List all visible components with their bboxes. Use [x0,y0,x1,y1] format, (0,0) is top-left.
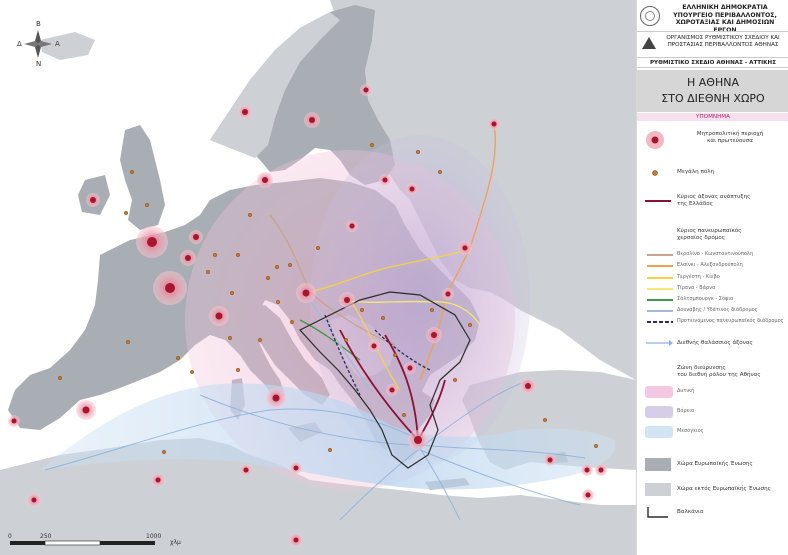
metro-symbol-icon [646,131,664,149]
europe-map[interactable]: Β Δ Α Ν 0 250 1000 χλμ [0,0,636,555]
route-label: Βερολίνο - Κωνσταντινούπολη [677,251,754,257]
city-symbol-icon [652,170,658,176]
axis-line-icon [645,200,671,202]
route-label: Τεργέστη - Κίεβο [677,274,720,280]
legend-metro: Μητροπολιτική περιοχή και πρωτεύουσα [637,128,788,150]
route-line-icon [647,310,673,312]
scale-1000: 1000 [146,533,162,540]
org-line-1: ΟΡΓΑΝΙΣΜΟΣ ΡΥΘΜΙΣΤΙΚΟΥ ΣΧΕΔΙΟΥ ΚΑΙ [666,35,780,41]
scale-zero: 0 [8,533,12,540]
legend-eu: Χώρα Ευρωπαϊκής Ένωσης [637,455,788,475]
compass-east-letter: Α [55,40,60,48]
route-label: Σάλτσμπουργκ - Σόφια [677,296,734,302]
route-label: Ελσίνκι - Αλεξανδρούπολη [677,262,743,268]
legend-balkans: Βαλκάνια [637,504,788,520]
legend-zone-west: Δυτική [637,383,788,401]
legend-route-2: Ελσίνκι - Αλεξανδρούπολη [637,261,788,270]
legend-metro-line-1: Μητροπολιτική περιοχή [696,131,764,137]
legend-zone-north: Βόρεια [637,403,788,421]
legend-route-7: Προτεινόμενος πανευρωπαϊκός διάδρομος [637,317,788,326]
compass-south-letter: Ν [36,60,42,68]
scale-bar [10,540,155,546]
legend-corridor-line-2: χερσαίος δρόμος [677,235,726,241]
title-line-1: Η ΑΘΗΝΑ [687,76,739,89]
zone-label: Δυτική [677,388,695,394]
legend-corridor-heading: Κύριος πανευρωπαϊκός χερσαίος δρόμος [637,227,788,245]
zone-label: Μεσόγειος [677,428,704,434]
org-line-2: ΠΡΟΣΤΑΣΙΑΣ ΠΕΡΙΒΑΛΛΟΝΤΟΣ ΑΘΗΝΑΣ [667,42,779,48]
ministry-line-1: ΕΛΛΗΝΙΚΗ ΔΗΜΟΚΡΑΤΙΑ [682,4,768,11]
ministry-line-2: ΥΠΟΥΡΓΕΙΟ ΠΕΡΙΒΑΛΛΟΝΤΟΣ, [673,11,777,19]
legend-non-eu-label: Χώρα εκτός Ευρωπαϊκής Ένωσης [677,486,771,492]
legend-route-5: Σάλτσμπουργκ - Σόφια [637,295,788,304]
legend-eu-label: Χώρα Ευρωπαϊκής Ένωσης [677,461,753,467]
compass-north-letter: Β [36,20,41,28]
compass-west-letter: Δ [17,40,22,48]
scale-unit: χλμ [170,539,181,546]
legend-sea-axis: Διεθνής θαλάσσιος άξονας [637,337,788,349]
ministry-header: ΕΛΛΗΝΙΚΗ ΔΗΜΟΚΡΑΤΙΑ ΥΠΟΥΡΓΕΙΟ ΠΕΡΙΒΑΛΛΟΝ… [637,2,788,34]
legend-route-6: Δουνάβης / Υδάτινος διάδρομος [637,306,788,315]
iceland-land [40,32,95,60]
legend-non-eu: Χώρα εκτός Ευρωπαϊκής Ένωσης [637,480,788,500]
map-title: Η ΑΘΗΝΑ ΣΤΟ ΔΙΕΘΝΗ ΧΩΡΟ [637,70,788,112]
org-header: ΟΡΓΑΝΙΣΜΟΣ ΡΥΘΜΙΣΤΙΚΟΥ ΣΧΕΔΙΟΥ ΚΑΙ ΠΡΟΣΤ… [637,31,788,55]
route-line-icon [647,299,673,301]
legend-city-label: Μεγάλη πόλη [677,169,715,175]
route-line-icon [647,265,673,267]
balkans-bracket-icon [647,507,668,518]
legend-city: Μεγάλη πόλη [637,167,788,179]
route-line-icon [647,288,673,290]
legend-metro-line-2: και πρωτεύουσα [707,138,753,144]
legend-zone-heading: Ζώνη διεύρυνσης του διεθνή ρόλου της Αθή… [637,364,788,382]
zone-swatch [645,386,673,398]
legend-corridor-line-1: Κύριος πανευρωπαϊκός [677,228,742,234]
legend-route-3: Τεργέστη - Κίεβο [637,273,788,282]
plan-title: ΡΥΘΜΙΣΤΙΚΟ ΣΧΕΔΙΟ ΑΘΗΝΑΣ - ΑΤΤΙΚΗΣ [637,57,788,68]
legend-panel: ΕΛΛΗΝΙΚΗ ΔΗΜΟΚΡΑΤΙΑ ΥΠΟΥΡΓΕΙΟ ΠΕΡΙΒΑΛΛΟΝ… [636,0,788,555]
legend-zone-line-2: του διεθνή ρόλου της Αθήνας [677,372,761,378]
legend-axis-line-1: Κύριος άξονας ανάπτυξης [677,194,751,200]
legend-balkans-label: Βαλκάνια [677,509,704,515]
eu-swatch [645,458,671,471]
pyramid-logo-icon [642,37,656,49]
legend-sea-axis-label: Διεθνής θαλάσσιος άξονας [677,340,753,346]
route-label: Δουνάβης / Υδάτινος διάδρομος [677,307,758,313]
zone-swatch [645,406,673,418]
route-label: Προτεινόμενος πανευρωπαϊκός διάδρομος [677,318,784,324]
route-label: Τίρανα - Βάρνα [677,285,716,291]
zone-swatch [645,426,673,438]
route-line-icon [647,277,673,279]
legend-route-1: Βερολίνο - Κωνσταντινούπολη [637,250,788,259]
map-poster: Β Δ Α Ν 0 250 1000 χλμ ΕΛΛΗΝΙΚΗ ΔΗΜΟΚΡΑΤ… [0,0,788,555]
map-canvas [0,0,636,555]
title-line-2: ΣΤΟ ΔΙΕΘΝΗ ΧΩΡΟ [661,92,765,105]
legend-axis-line-2: της Ελλάδος [677,201,713,207]
zone-label: Βόρεια [677,408,695,414]
legend-axis: Κύριος άξονας ανάπτυξης της Ελλάδος [637,193,788,213]
route-line-icon [647,254,673,256]
greek-seal-icon [640,6,660,26]
scale-250: 250 [40,533,52,540]
legend-zone-line-1: Ζώνη διεύρυνσης [677,365,726,371]
legend-route-4: Τίρανα - Βάρνα [637,284,788,293]
route-dashed-line-icon [647,321,673,323]
sea-axis-arrow-icon [646,340,673,346]
legend-heading: ΥΠΟΜΝΗΜΑ [637,113,788,121]
non-eu-swatch [645,483,671,496]
legend-zone-med: Μεσόγειος [637,423,788,441]
